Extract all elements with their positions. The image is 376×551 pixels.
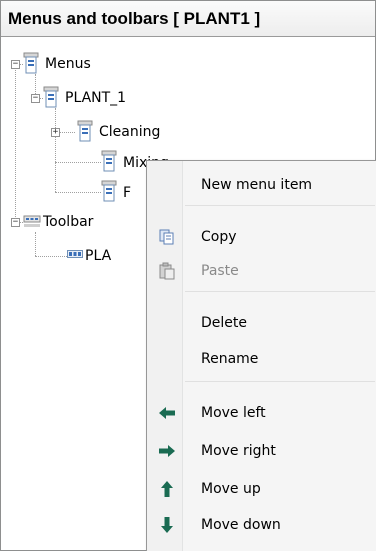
collapse-toggle[interactable]: −	[11, 60, 20, 69]
tree-connector	[15, 64, 16, 223]
arrow-right-icon	[159, 445, 175, 457]
panel-title: Menus and toolbars [ PLANT1 ]	[1, 1, 375, 37]
menu-icon	[101, 150, 117, 172]
copy-label: Copy	[201, 229, 237, 245]
move-right-label: Move right	[201, 443, 276, 459]
delete-button[interactable]: Delete	[149, 309, 376, 337]
move-up-label: Move up	[201, 481, 261, 497]
tree-node-pla[interactable]: PLA	[85, 247, 111, 265]
menu-separator	[185, 205, 375, 206]
toolbar-icon	[67, 250, 83, 258]
move-left-label: Move left	[201, 405, 266, 421]
menu-icon	[23, 52, 39, 74]
collapse-toggle[interactable]: −	[31, 94, 40, 103]
menu-separator	[185, 381, 375, 382]
new-menu-item-label: New menu item	[201, 177, 313, 193]
move-down-button[interactable]: Move down	[149, 511, 376, 539]
menu-icon	[43, 86, 59, 108]
tree-node-plant-1[interactable]: PLANT_1	[65, 89, 126, 107]
tree-node-toolbars[interactable]: Toolbar	[43, 213, 93, 231]
menu-icon	[101, 180, 117, 202]
paste-icon	[159, 262, 175, 280]
paste-label: Paste	[201, 263, 239, 279]
move-left-button[interactable]: Move left	[149, 399, 376, 427]
new-menu-item-button[interactable]: New menu item	[149, 171, 376, 199]
tree-connector	[55, 108, 56, 192]
tree-node-cleaning[interactable]: Cleaning	[99, 123, 160, 141]
tree-node-f[interactable]: F	[123, 184, 131, 202]
tree-connector	[35, 256, 69, 257]
menu-icon	[77, 120, 93, 142]
copy-button[interactable]: Copy	[149, 223, 376, 251]
tree-connector	[55, 162, 101, 163]
collapse-toggle[interactable]: −	[11, 218, 20, 227]
expand-toggle[interactable]: +	[51, 128, 60, 137]
context-menu: New menu item Copy Paste Delete Rename M…	[146, 160, 376, 551]
toolbar-icon	[23, 215, 41, 227]
move-right-button[interactable]: Move right	[149, 437, 376, 465]
tree-connector	[35, 232, 36, 256]
arrow-down-icon	[161, 517, 173, 533]
move-up-button[interactable]: Move up	[149, 475, 376, 503]
copy-icon	[159, 229, 174, 245]
tree-connector	[55, 192, 101, 193]
arrow-up-icon	[161, 481, 173, 497]
delete-label: Delete	[201, 315, 247, 331]
rename-label: Rename	[201, 351, 259, 367]
rename-button[interactable]: Rename	[149, 345, 376, 373]
arrow-left-icon	[159, 407, 175, 419]
menu-separator	[185, 291, 375, 292]
tree-node-menus[interactable]: Menus	[45, 55, 91, 73]
paste-button[interactable]: Paste	[149, 257, 376, 285]
move-down-label: Move down	[201, 517, 281, 533]
